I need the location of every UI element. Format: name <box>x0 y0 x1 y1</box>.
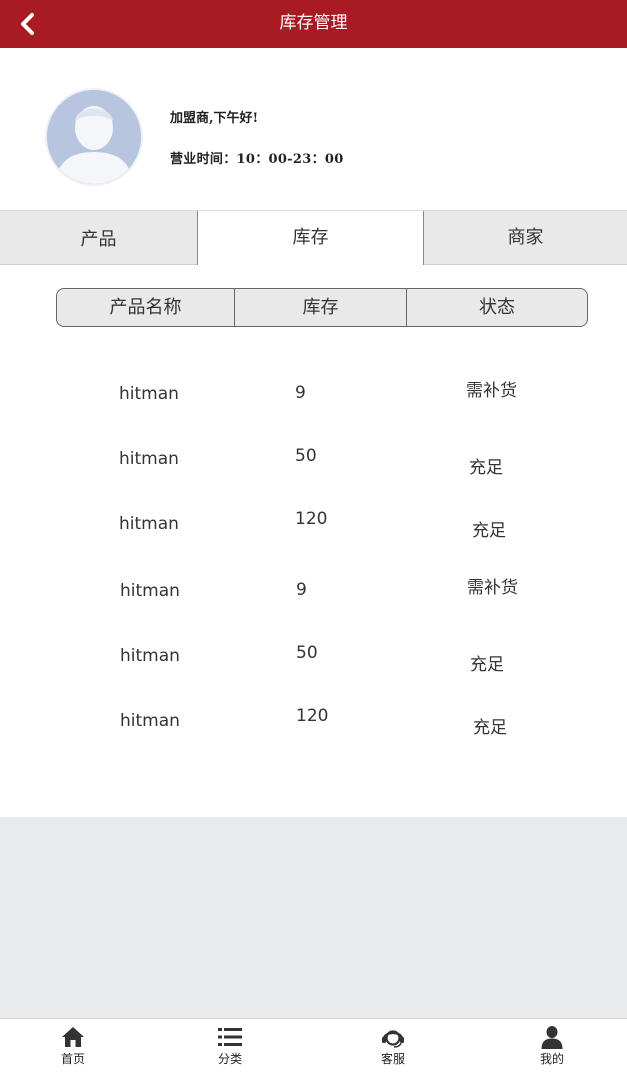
column-header-stock: 库存 <box>235 289 407 326</box>
table-row: hitman 9 需补货 <box>0 558 627 622</box>
product-name-cell: hitman <box>120 581 180 601</box>
nav-categories[interactable]: 分类 <box>190 1019 270 1074</box>
stock-cell: 120 <box>296 706 329 726</box>
tab-merchants[interactable]: 商家 <box>424 211 627 265</box>
home-icon <box>62 1027 84 1047</box>
product-name-cell: hitman <box>119 384 179 404</box>
table-header: 产品名称 库存 状态 <box>56 288 588 327</box>
tab-label: 商家 <box>507 227 544 248</box>
product-name-cell: hitman <box>119 514 179 534</box>
list-icon <box>218 1028 242 1046</box>
stock-cell: 9 <box>296 580 307 600</box>
product-name-cell: hitman <box>119 449 179 469</box>
tab-label: 产品 <box>80 229 117 250</box>
tab-inventory[interactable]: 库存 <box>197 211 424 266</box>
greeting-text: 加盟商,下午好! <box>170 111 259 126</box>
business-hours-text: 营业时间：10：00-23：00 <box>170 152 344 167</box>
column-header-status: 状态 <box>479 297 515 318</box>
headset-icon <box>382 1030 404 1048</box>
inventory-panel: 产品名称 库存 状态 hitman 9 需补货 hitman 50 充足 hit… <box>0 265 627 817</box>
nav-label: 客服 <box>380 1052 405 1066</box>
table-row: hitman 120 充足 <box>0 688 627 752</box>
product-name-cell: hitman <box>120 646 180 666</box>
profile-card: 加盟商,下午好! 营业时间：10：00-23：00 <box>0 48 627 210</box>
nav-profile[interactable]: 我的 <box>512 1019 592 1074</box>
status-cell: 充足 <box>469 458 503 478</box>
column-header-product-name: 产品名称 <box>57 289 235 326</box>
nav-home[interactable]: 首页 <box>33 1019 113 1074</box>
stock-cell: 120 <box>295 509 328 529</box>
nav-customer-service[interactable]: 客服 <box>353 1019 433 1074</box>
status-cell: 需补货 <box>466 381 517 401</box>
app-header: 库存管理 <box>0 0 627 48</box>
stock-cell: 50 <box>295 446 317 466</box>
table-row: hitman 50 充足 <box>0 426 627 490</box>
nav-label: 首页 <box>60 1052 85 1066</box>
status-cell: 充足 <box>473 718 507 738</box>
stock-cell: 50 <box>296 643 318 663</box>
status-cell: 需补货 <box>467 578 518 598</box>
bottom-nav: 首页 分类 客服 我的 <box>0 1018 627 1074</box>
stock-cell: 9 <box>295 383 306 403</box>
avatar[interactable] <box>45 88 143 186</box>
page-title: 库存管理 <box>279 13 348 33</box>
avatar-placeholder-icon <box>47 90 141 184</box>
user-icon <box>541 1026 563 1049</box>
status-cell: 充足 <box>470 655 504 675</box>
nav-label: 我的 <box>539 1052 564 1066</box>
table-row: hitman 9 需补货 <box>0 361 627 425</box>
tab-label: 库存 <box>292 227 329 248</box>
tab-products[interactable]: 产品 <box>0 211 197 265</box>
tab-bar: 产品 库存 商家 <box>0 210 627 266</box>
status-cell: 充足 <box>472 521 506 541</box>
nav-label: 分类 <box>217 1052 242 1066</box>
product-name-cell: hitman <box>120 711 180 731</box>
table-row: hitman 50 充足 <box>0 623 627 687</box>
table-row: hitman 120 充足 <box>0 491 627 555</box>
